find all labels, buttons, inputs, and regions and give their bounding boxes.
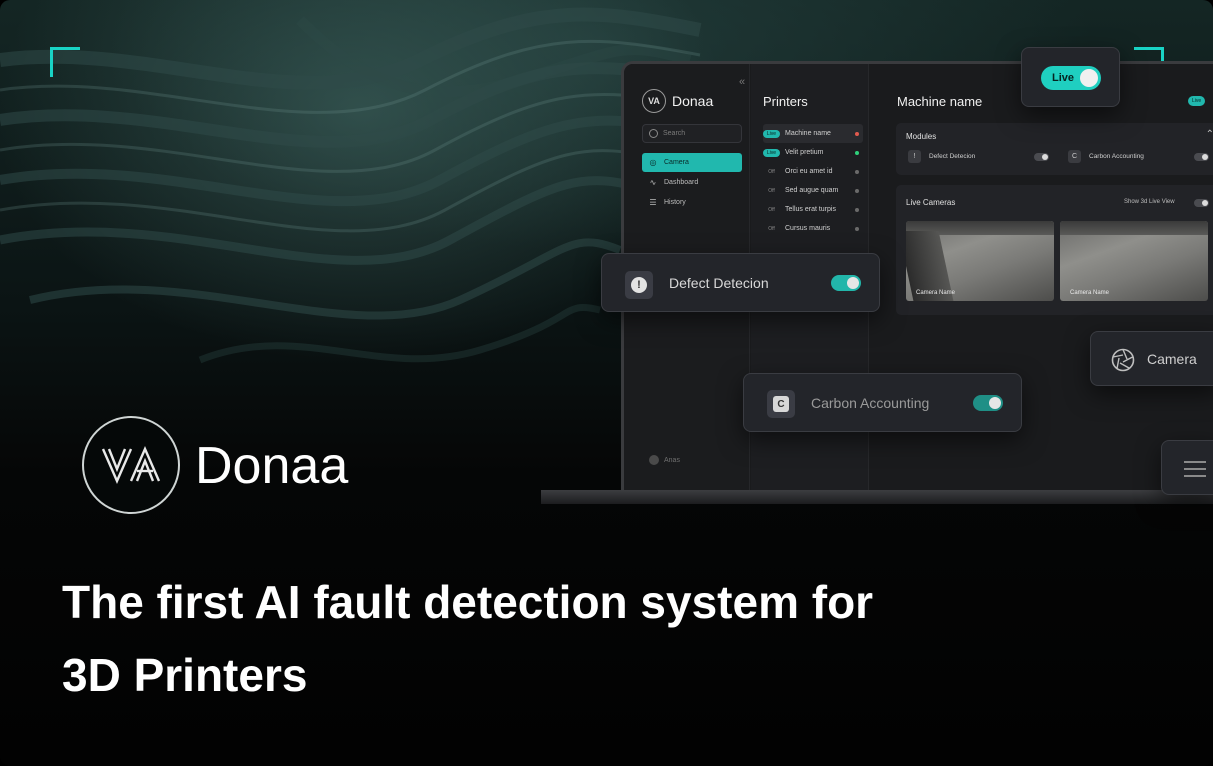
sidebar-item-label: History xyxy=(664,199,686,206)
camera-feed[interactable]: Camera Name xyxy=(906,221,1054,301)
camera-label: Camera xyxy=(1147,351,1197,367)
printer-item[interactable]: Off Orci eu amet id xyxy=(763,162,863,181)
exclamation-icon: ! xyxy=(631,277,647,293)
headline-line-2: 3D Printers xyxy=(62,649,308,701)
printer-item[interactable]: Off Sed augue quam xyxy=(763,181,863,200)
search-input[interactable]: Search xyxy=(642,124,742,143)
brand-logo-icon: VA xyxy=(642,89,666,113)
brand-logo-icon xyxy=(101,446,161,484)
carbon-accounting-toggle[interactable] xyxy=(973,395,1003,411)
chevron-up-icon[interactable]: ⌃ xyxy=(1206,129,1213,140)
status-badge: Off xyxy=(768,225,775,232)
defect-detection-toggle[interactable] xyxy=(831,275,861,291)
status-badge: Live xyxy=(763,148,780,157)
alert-icon: ! xyxy=(908,150,921,163)
live-cameras-title: Live Cameras xyxy=(906,198,956,207)
list-line xyxy=(1184,468,1206,470)
printer-item[interactable]: Off Tellus erat turpis xyxy=(763,200,863,219)
search-placeholder: Search xyxy=(663,130,686,137)
alert-badge-icon: ! xyxy=(625,271,653,299)
status-dot xyxy=(855,188,859,193)
carbon-icon: C xyxy=(767,390,795,418)
status-dot xyxy=(855,207,859,212)
live-toggle-card: Live xyxy=(1021,47,1120,107)
modules-panel: Modules ⌃ ! Defect Detecion C Carbon Acc… xyxy=(896,123,1213,175)
module-label: Carbon Accounting xyxy=(1089,153,1144,160)
aperture-icon xyxy=(1111,348,1135,372)
status-dot xyxy=(855,150,859,155)
laptop-base xyxy=(541,490,1213,504)
sidebar-nav: ◎ Camera ∿ Dashboard ☰ History xyxy=(642,153,742,213)
show-3d-toggle[interactable] xyxy=(1194,199,1209,207)
defect-detection-card: ! Defect Detecion xyxy=(601,253,880,312)
sidebar-item-dashboard[interactable]: ∿ Dashboard xyxy=(642,173,742,192)
camera-feed-name: Camera Name xyxy=(916,290,956,296)
sidebar-item-label: Dashboard xyxy=(664,179,699,186)
printers-title: Printers xyxy=(763,94,808,109)
printer-list: Live Machine name Live Velit pretium Off… xyxy=(763,124,863,238)
aperture-icon: ◎ xyxy=(649,158,657,167)
status-dot xyxy=(855,169,859,174)
sidebar-item-camera[interactable]: ◎ Camera xyxy=(642,153,742,172)
double-chevron-left-icon[interactable]: « xyxy=(739,76,745,88)
modules-title: Modules xyxy=(906,132,937,141)
show-3d-label: Show 3d Live View xyxy=(1124,199,1175,205)
status-badge: Live xyxy=(763,129,780,138)
sidebar-item-label: Camera xyxy=(664,159,689,166)
corner-bracket-top-left xyxy=(50,47,80,77)
printer-name: Tellus erat turpis xyxy=(785,206,836,213)
user-name: Anas xyxy=(664,456,680,464)
search-icon xyxy=(649,129,658,138)
live-toggle-label: Live xyxy=(1052,72,1075,84)
carbon-module-toggle[interactable] xyxy=(1194,153,1209,161)
list-line xyxy=(1184,461,1206,463)
brand-logo xyxy=(82,416,180,514)
live-toggle[interactable]: Live xyxy=(1041,66,1101,90)
defect-detection-label: Defect Detecion xyxy=(669,275,769,291)
camera-card[interactable]: Camera xyxy=(1090,331,1213,386)
module-carbon-accounting: C Carbon Accounting xyxy=(1068,150,1144,163)
live-cameras-panel: Live Cameras Show 3d Live View Camera Na… xyxy=(896,185,1213,315)
machine-title: Machine name xyxy=(897,94,983,109)
defect-module-toggle[interactable] xyxy=(1034,153,1049,161)
printer-item[interactable]: Live Velit pretium xyxy=(763,143,863,162)
carbon-accounting-label: Carbon Accounting xyxy=(811,395,930,411)
status-dot xyxy=(855,131,859,136)
status-badge: Off xyxy=(768,187,775,194)
user-profile[interactable]: Anas xyxy=(649,455,680,465)
printer-name: Machine name xyxy=(785,130,831,137)
sidebar-brand-name: Donaa xyxy=(672,93,714,109)
module-label: Defect Detecion xyxy=(929,153,976,160)
carbon-letter-icon: C xyxy=(773,396,789,412)
printer-name: Orci eu amet id xyxy=(785,168,833,175)
list-card[interactable] xyxy=(1161,440,1213,495)
sidebar-brand: VA Donaa xyxy=(642,89,713,113)
brand-name: Donaa xyxy=(195,437,349,495)
module-defect-detection: ! Defect Detecion xyxy=(908,150,975,163)
feed-frame xyxy=(1060,221,1208,235)
sidebar-item-history[interactable]: ☰ History xyxy=(642,193,742,212)
live-toggle-small[interactable]: Live xyxy=(1188,96,1206,106)
toggle-knob xyxy=(1080,69,1098,87)
avatar xyxy=(649,455,659,465)
printer-item[interactable]: Live Machine name xyxy=(763,124,863,143)
status-dot xyxy=(855,226,859,231)
status-badge: Off xyxy=(768,168,775,175)
camera-feed-name: Camera Name xyxy=(1070,290,1110,296)
status-badge: Off xyxy=(768,206,775,213)
carbon-icon: C xyxy=(1068,150,1081,163)
list-icon: ☰ xyxy=(649,198,657,207)
list-icon xyxy=(1184,461,1206,482)
printer-name: Cursus mauris xyxy=(785,225,831,232)
camera-feed[interactable]: Camera Name xyxy=(1060,221,1208,301)
printer-item[interactable]: Off Cursus mauris xyxy=(763,219,863,238)
printer-name: Velit pretium xyxy=(785,149,824,156)
printer-name: Sed augue quam xyxy=(785,187,839,194)
carbon-accounting-card: C Carbon Accounting xyxy=(743,373,1022,432)
pulse-icon: ∿ xyxy=(649,178,657,187)
headline-line-1: The first AI fault detection system for xyxy=(62,576,874,628)
hero-headline: The first AI fault detection system for … xyxy=(62,566,1042,712)
list-line xyxy=(1184,475,1206,477)
